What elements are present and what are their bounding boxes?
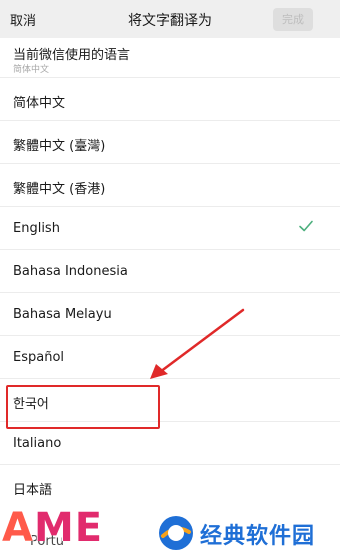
highlight-box <box>6 385 160 429</box>
language-item-indonesian[interactable]: Bahasa Indonesia <box>0 250 340 293</box>
language-label: 简体中文 <box>13 96 66 111</box>
language-label: Español <box>13 350 65 365</box>
checkmark-icon <box>299 220 313 232</box>
language-list: 当前微信使用的语言 简体中文 简体中文 繁體中文 (臺灣) 繁體中文 (香港) … <box>0 38 340 508</box>
language-label: 繁體中文 (香港) <box>13 182 106 197</box>
language-item-current[interactable]: 当前微信使用的语言 简体中文 <box>0 38 340 78</box>
done-button[interactable]: 完成 <box>273 8 313 31</box>
language-item-spanish[interactable]: Español <box>0 336 340 379</box>
language-item-traditional-chinese-hongkong[interactable]: 繁體中文 (香港) <box>0 164 340 207</box>
watermark-site-name: 经典软件园 <box>200 524 316 549</box>
language-sublabel: 简体中文 <box>13 65 50 75</box>
language-item-traditional-chinese-taiwan[interactable]: 繁體中文 (臺灣) <box>0 121 340 164</box>
watermark-logo-ame: AME <box>2 505 104 551</box>
language-item-malay[interactable]: Bahasa Melayu <box>0 293 340 336</box>
language-label: Italiano <box>13 436 62 451</box>
language-label: 繁體中文 (臺灣) <box>13 139 106 154</box>
language-label: English <box>13 221 60 236</box>
language-item-english[interactable]: English <box>0 207 340 250</box>
language-label: 当前微信使用的语言 <box>13 48 131 63</box>
nav-header: 取消 将文字翻译为 完成 <box>0 0 340 38</box>
language-label: Bahasa Indonesia <box>13 264 128 279</box>
language-item-simplified-chinese[interactable]: 简体中文 <box>0 78 340 121</box>
watermark-logo-icon <box>159 516 193 550</box>
language-label: Bahasa Melayu <box>13 307 112 322</box>
language-label: 日本語 <box>13 483 53 498</box>
